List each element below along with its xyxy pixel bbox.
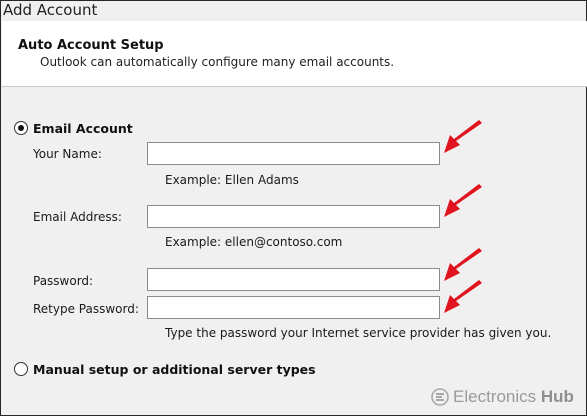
- password-input[interactable]: [147, 268, 440, 291]
- manual-setup-label[interactable]: Manual setup or additional server types: [33, 362, 316, 377]
- email-address-label: Email Address:: [33, 210, 122, 224]
- manual-setup-radio[interactable]: [14, 362, 28, 376]
- header-subtitle: Outlook can automatically configure many…: [40, 55, 395, 69]
- electronicshub-logo-icon: [431, 388, 449, 406]
- email-account-label[interactable]: Email Account: [33, 121, 133, 136]
- watermark-text: Electronics Hub: [453, 387, 574, 407]
- watermark-brand-main: Electronics: [453, 387, 537, 406]
- password-label: Password:: [33, 274, 94, 288]
- red-arrow-icon: [444, 120, 482, 153]
- add-account-dialog: Add Account Auto Account Setup Outlook c…: [0, 0, 587, 416]
- your-name-input[interactable]: [147, 142, 440, 165]
- retype-password-input[interactable]: [147, 296, 440, 319]
- password-hint: Type the password your Internet service …: [165, 326, 552, 340]
- email-address-hint: Example: ellen@contoso.com: [165, 235, 343, 249]
- your-name-label: Your Name:: [33, 147, 102, 161]
- window-title: Add Account: [3, 1, 98, 19]
- your-name-hint: Example: Ellen Adams: [165, 173, 299, 187]
- email-account-radio[interactable]: [14, 121, 28, 135]
- red-arrow-icon: [444, 280, 482, 313]
- header-title: Auto Account Setup: [18, 38, 164, 53]
- watermark-brand-bold: Hub: [540, 387, 574, 406]
- electronicshub-watermark: Electronics Hub: [431, 387, 574, 407]
- header-divider: [2, 86, 587, 87]
- retype-password-label: Retype Password:: [33, 302, 139, 316]
- dialog-header: Auto Account Setup Outlook can automatic…: [2, 21, 587, 86]
- email-address-input[interactable]: [147, 205, 440, 228]
- red-arrow-icon: [444, 184, 482, 217]
